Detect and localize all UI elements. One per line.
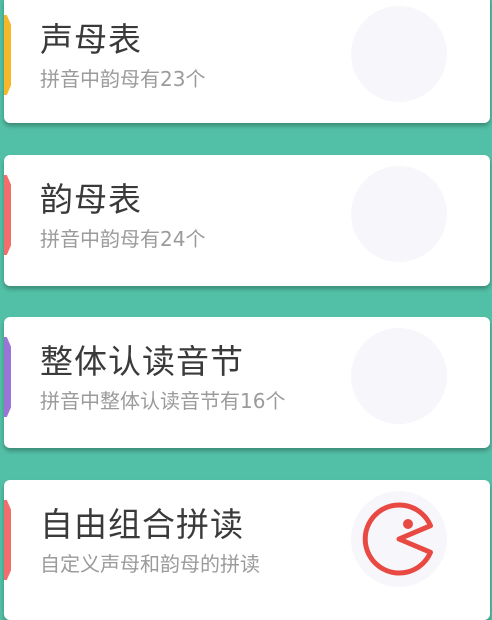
card-accent-tab (4, 15, 11, 95)
card-subtitle: 拼音中韵母有23个 (40, 67, 206, 91)
card-title: 自由组合拼读 (40, 505, 244, 544)
card-initials-table[interactable]: 声母表 拼音中韵母有23个 (4, 0, 490, 123)
card-icon-placeholder (351, 328, 447, 424)
card-accent-tab (4, 500, 11, 580)
card-accent-tab (4, 175, 11, 255)
card-subtitle: 拼音中整体认读音节有16个 (40, 389, 286, 413)
card-title: 韵母表 (40, 180, 142, 219)
card-icon-placeholder (351, 166, 447, 262)
card-accent-tab (4, 337, 11, 417)
card-free-combination[interactable]: 自由组合拼读 自定义声母和韵母的拼读 (4, 480, 490, 620)
card-title: 整体认读音节 (40, 342, 244, 381)
pacman-icon (362, 502, 433, 576)
card-subtitle: 拼音中韵母有24个 (40, 227, 206, 251)
card-icon-circle (351, 491, 447, 587)
card-icon-placeholder (351, 6, 447, 102)
card-finals-table[interactable]: 韵母表 拼音中韵母有24个 (4, 155, 490, 286)
card-whole-syllables[interactable]: 整体认读音节 拼音中整体认读音节有16个 (4, 317, 490, 448)
card-subtitle: 自定义声母和韵母的拼读 (40, 552, 260, 576)
card-title: 声母表 (40, 20, 142, 59)
